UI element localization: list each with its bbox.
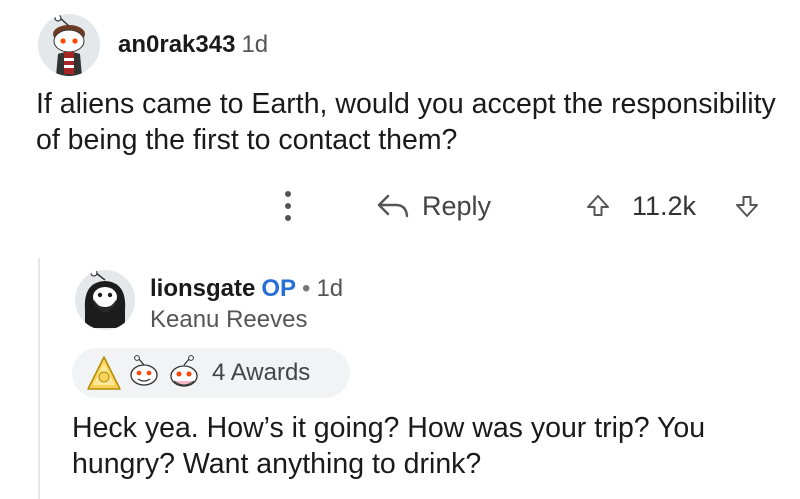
reply-comment: lionsgate OP • 1d Keanu Reeves 4 Awards Hec… [0, 250, 800, 499]
op-badge: OP [261, 275, 297, 302]
score: 11.2k [632, 191, 697, 221]
reply-label: Reply [422, 190, 492, 221]
comment-actions: Reply 11.2k [0, 180, 800, 230]
awards-count: 4 Awards [212, 359, 311, 386]
username[interactable]: lionsgate [150, 275, 255, 302]
parent-comment: an0rak343 1d If aliens came to Earth, wou… [0, 0, 800, 250]
downvote-icon[interactable] [734, 193, 760, 219]
wholesome-award-icon [170, 355, 198, 387]
avatar[interactable] [38, 14, 100, 76]
reply-arrow-icon [377, 194, 409, 218]
awards-pill[interactable]: 4 Awards [72, 348, 350, 398]
upvote-icon[interactable] [585, 193, 611, 219]
comment-body: If aliens came to Earth, would you accep… [36, 88, 776, 156]
snoo-avatar-icon [38, 14, 100, 76]
comment-body: Heck yea. How’s it going? How was your t… [72, 412, 706, 480]
comment-age: 1d [316, 275, 344, 302]
username[interactable]: an0rak343 [118, 31, 235, 58]
comment-meta: lionsgate OP • 1d [150, 274, 343, 304]
snoo-avatar-icon [75, 270, 135, 330]
gold-award-icon [87, 356, 121, 390]
comment-meta: an0rak343 1d [118, 30, 268, 60]
avatar[interactable] [75, 270, 135, 330]
meta-separator: • [302, 275, 311, 302]
more-options-icon[interactable] [278, 188, 298, 224]
snoo-award-icon [130, 355, 158, 386]
comment-age: 1d [241, 31, 269, 58]
reply-button[interactable]: Reply [376, 186, 491, 226]
user-flair: Keanu Reeves [150, 306, 308, 333]
